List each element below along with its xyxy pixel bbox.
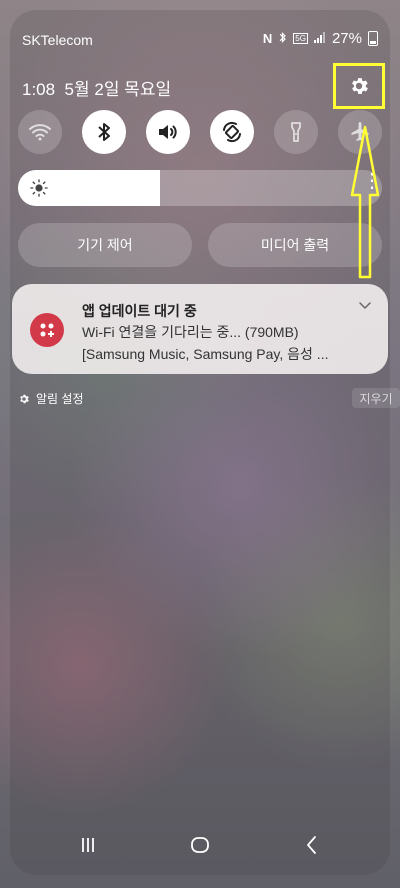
settings-button[interactable] [333,63,385,109]
annotation-arrow [350,125,380,279]
nfc-icon: N [262,31,273,46]
home-button[interactable] [185,830,215,860]
clock-time: 1:08 [22,80,56,99]
carrier-name: SKTelecom [22,32,93,48]
date-time: 1:08 5월 2일 목요일 [22,75,171,100]
quick-tiles [18,110,382,154]
5g-icon: 5G [293,33,308,44]
navigation-bar [0,820,400,860]
clear-button[interactable]: 지우기 [352,388,400,408]
bluetooth-icon [98,123,110,141]
gear-icon [352,78,368,94]
back-button[interactable] [297,830,327,860]
auto-rotate-icon [223,121,241,143]
battery-icon [368,31,378,46]
chevron-down-icon[interactable] [358,298,372,312]
notification-settings-button[interactable]: 알림 설정 [18,390,84,407]
brightness-slider[interactable]: ⋮ [18,170,382,206]
sound-icon [159,125,177,139]
tile-wifi[interactable] [18,110,62,154]
device-control-button[interactable]: 기기 제어 [18,223,192,267]
tile-flashlight[interactable] [274,110,318,154]
app-update-icon [30,313,64,347]
notification-card[interactable]: 앱 업데이트 대기 중 Wi-Fi 연결을 기다리는 중... (790MB) … [12,284,388,374]
home-icon [191,837,209,853]
back-icon [307,836,316,854]
tile-sound[interactable] [146,110,190,154]
wifi-icon [29,124,51,141]
sun-icon [30,179,48,197]
recent-apps-icon [82,838,94,852]
signal-icon [313,31,326,46]
tile-bluetooth[interactable] [82,110,126,154]
status-bar: SKTelecom N 5G 27% [22,30,378,52]
notification-subtext: [Samsung Music, Samsung Pay, 음성 ... [82,346,329,362]
gear-icon [20,394,29,403]
recent-apps-button[interactable] [73,830,103,860]
notification-text: Wi-Fi 연결을 기다리는 중... (790MB) [82,324,299,340]
battery-percent: 27% [331,30,362,47]
date-label: 5월 2일 목요일 [64,80,172,99]
tile-auto-rotate[interactable] [210,110,254,154]
status-icons: N 5G 27% [263,30,378,47]
notification-title: 앱 업데이트 대기 중 [82,303,197,319]
flashlight-icon [291,122,301,142]
bluetooth-icon [278,31,287,47]
notification-settings-label: 알림 설정 [36,392,84,406]
